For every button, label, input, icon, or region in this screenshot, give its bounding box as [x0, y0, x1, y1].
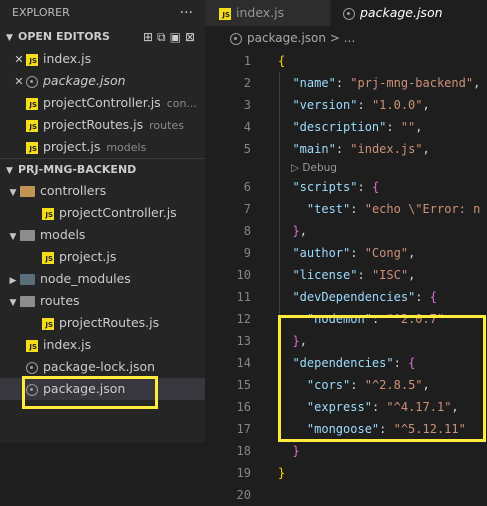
js-file-icon: JS [26, 97, 38, 110]
js-file-icon: JS [42, 317, 54, 330]
chevron-down-icon: ▼ [6, 166, 13, 176]
package-json-icon [343, 7, 355, 20]
folder-icon [20, 274, 35, 285]
editor-tab-bar: JS index.js package.json [205, 0, 487, 26]
js-file-icon: JS [42, 251, 54, 264]
tab-package-json[interactable]: package.json [331, 0, 487, 26]
toggle-vertical-icon[interactable]: ⧉ [157, 30, 170, 44]
open-editors-title: OPEN EDITORS [18, 30, 110, 43]
code-line: 10 "license": "ISC", [236, 268, 416, 282]
chevron-down-icon: ▼ [6, 33, 13, 43]
package-json-icon [26, 75, 38, 88]
file-package-lock-json[interactable]: package-lock.json [0, 356, 205, 378]
chevron-down-icon: ▼ [9, 232, 17, 242]
explorer-header: EXPLORER ··· [0, 0, 205, 26]
open-editors-actions: ⊞⧉▣⊠ [143, 26, 199, 48]
folder-controllers[interactable]: ▼ controllers [0, 180, 205, 202]
open-editor-projectroutes-js[interactable]: JS projectRoutes.js routes [0, 114, 205, 136]
code-line: 9 "author": "Cong", [243, 246, 416, 260]
folder-icon [20, 186, 35, 197]
open-editor-package-json[interactable]: ✕ package.json [0, 70, 205, 92]
chevron-right-icon: ▶ [9, 276, 17, 286]
chevron-down-icon: ▼ [9, 298, 17, 308]
file-projectcontroller-js[interactable]: JS projectController.js [0, 202, 205, 224]
folder-icon [20, 230, 35, 241]
save-all-icon[interactable]: ▣ [170, 30, 185, 44]
folder-routes[interactable]: ▼ routes [0, 290, 205, 312]
file-projectroutes-js[interactable]: JS projectRoutes.js [0, 312, 205, 334]
code-line: 1{ [243, 54, 286, 68]
highlight-box-dependencies [278, 315, 486, 442]
code-line: 6 "scripts": { [243, 180, 380, 194]
code-line: 2 "name": "prj-mng-backend", [243, 76, 481, 90]
workspace-title: PRJ-MNG-BACKEND [18, 163, 137, 176]
close-icon[interactable]: ✕ [12, 49, 26, 70]
code-line: 18 } [236, 444, 300, 458]
code-line: 8 }, [243, 224, 307, 238]
js-file-icon: JS [219, 7, 231, 20]
explorer-sidebar: EXPLORER ··· ▼ OPEN EDITORS ⊞⧉▣⊠ ✕ JS index… [0, 0, 205, 442]
new-untitled-file-icon[interactable]: ⊞ [143, 30, 157, 44]
js-file-icon: JS [26, 53, 38, 66]
workspace-section-header[interactable]: ▼ PRJ-MNG-BACKEND [0, 158, 205, 180]
codelens-row: ▷ Debug [205, 160, 487, 176]
js-file-icon: JS [26, 339, 38, 352]
code-line: 11 "devDependencies": { [236, 290, 437, 304]
code-line: 5 "main": "index.js", [243, 142, 430, 156]
code-line: 3 "version": "1.0.0", [243, 98, 430, 112]
close-all-icon[interactable]: ⊠ [185, 30, 199, 44]
code-editor[interactable]: 1{ 2 "name": "prj-mng-backend", 3 "versi… [205, 50, 487, 502]
file-index-js[interactable]: JS index.js [0, 334, 205, 356]
breadcrumb-separator: > [329, 31, 340, 45]
open-editors-section-header[interactable]: ▼ OPEN EDITORS ⊞⧉▣⊠ [0, 26, 205, 48]
folder-models[interactable]: ▼ models [0, 224, 205, 246]
explorer-title: EXPLORER [12, 6, 70, 19]
package-json-icon [230, 32, 242, 45]
code-line: 4 "description": "", [243, 120, 423, 134]
folder-icon [20, 296, 35, 307]
chevron-down-icon: ▼ [9, 188, 17, 198]
tab-index-js[interactable]: JS index.js [205, 0, 330, 26]
breadcrumb-file[interactable]: package.json [247, 31, 326, 45]
js-file-icon: JS [42, 207, 54, 220]
open-editor-projectcontroller-js[interactable]: JS projectController.js con... [0, 92, 205, 114]
open-editor-project-js[interactable]: JS project.js models [0, 136, 205, 158]
code-line: 7 "test": "echo \"Error: n [243, 202, 481, 216]
file-project-js[interactable]: JS project.js [0, 246, 205, 268]
breadcrumb-rest[interactable]: ... [344, 31, 355, 45]
code-line: 20 [236, 488, 251, 502]
package-json-icon [26, 361, 38, 374]
js-file-icon: JS [26, 119, 38, 132]
debug-codelens[interactable]: ▷ Debug [291, 160, 337, 176]
close-icon[interactable]: ✕ [12, 71, 26, 92]
breadcrumb: package.json > ... [205, 26, 487, 50]
js-file-icon: JS [26, 141, 38, 154]
folder-node-modules[interactable]: ▶ node_modules [0, 268, 205, 290]
open-editor-index-js[interactable]: ✕ JS index.js [0, 48, 205, 70]
more-actions-icon[interactable]: ··· [180, 0, 193, 26]
code-line: 19} [236, 466, 286, 480]
highlight-box-package-json [22, 376, 158, 409]
